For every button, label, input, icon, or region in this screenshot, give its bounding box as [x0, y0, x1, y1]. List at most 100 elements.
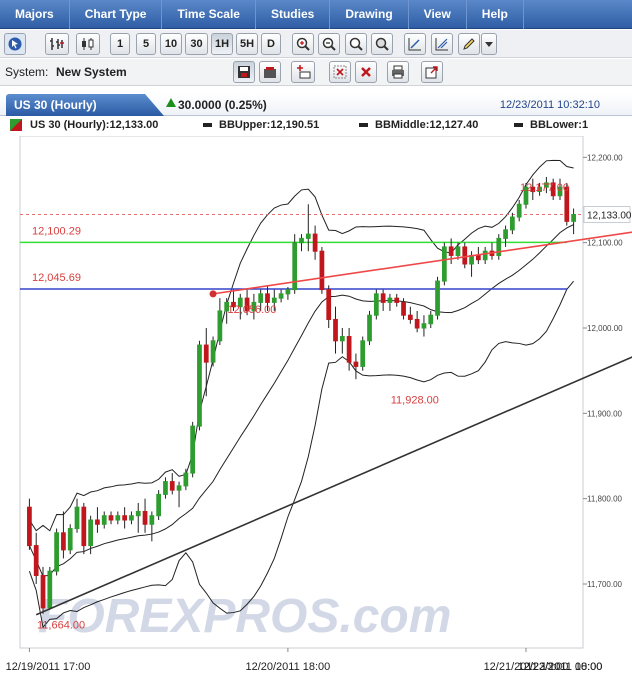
menu-studies[interactable]: Studies	[256, 0, 331, 29]
zoom-in-icon[interactable]	[292, 33, 314, 55]
menu-majors[interactable]: Majors	[0, 0, 70, 29]
zoom-fit-icon[interactable]	[345, 33, 367, 55]
candle-body	[33, 545, 39, 576]
candle-body	[428, 314, 434, 325]
timescale-1h[interactable]: 1H	[211, 33, 233, 55]
candle-body	[258, 293, 264, 303]
system-name[interactable]: New System	[56, 65, 127, 79]
menu-view[interactable]: View	[409, 0, 467, 29]
price-change: 30.0000 (0.25%)	[178, 98, 267, 112]
line-legend-icon	[359, 123, 368, 128]
line-legend-icon	[203, 123, 212, 128]
candle-body	[414, 318, 420, 329]
y-tick-label: 11,700.00	[587, 580, 623, 589]
line-legend-icon	[514, 123, 523, 128]
candle-body	[401, 301, 406, 316]
candle-body	[571, 214, 576, 222]
menu-help[interactable]: Help	[467, 0, 524, 29]
candlestick-icon[interactable]	[76, 33, 100, 55]
menu-chart-type[interactable]: Chart Type	[70, 0, 163, 29]
candle-body	[455, 246, 461, 256]
candle-body	[373, 293, 379, 316]
candle-body	[95, 519, 100, 525]
timescale-d[interactable]: D	[261, 33, 281, 55]
menu-bar: Majors Chart Type Time Scale Studies Drawing…	[0, 0, 632, 29]
candle-body	[285, 289, 291, 295]
timescale-5[interactable]: 5	[136, 33, 156, 55]
candle-body	[367, 314, 372, 342]
candle-body	[510, 216, 515, 231]
candle-body	[176, 485, 182, 491]
bar-chart-icon[interactable]	[45, 33, 69, 55]
candle-body	[149, 515, 155, 525]
trendline-icon[interactable]	[404, 33, 426, 55]
legend-bblower: BBLower:1	[514, 119, 588, 131]
zoom-reset-icon[interactable]	[371, 33, 393, 55]
y-tick-label: 12,100.00	[587, 239, 623, 248]
candle-body	[312, 233, 318, 252]
candle-legend-icon	[10, 119, 22, 132]
legend-bbmiddle: BBMiddle:12,127.40	[359, 119, 478, 131]
legend-bbupper: BBUpper:12,190.51	[203, 119, 319, 131]
dropdown-arrow-icon[interactable]	[481, 33, 497, 55]
candle-body	[203, 344, 209, 363]
price-annotation: 11,664.00	[37, 620, 85, 632]
legend-bbupper-text: BBUpper:12,190.51	[219, 119, 320, 131]
save-system-icon[interactable]	[233, 61, 255, 83]
candle-body	[271, 297, 277, 303]
candle-body	[129, 515, 134, 521]
candle-body	[305, 233, 311, 239]
system-bar: System: New System	[0, 59, 632, 86]
candle-body	[163, 481, 168, 495]
candle-body	[339, 336, 345, 342]
price-annotation: 12,056.00	[227, 304, 276, 316]
y-tick-label: 11,900.00	[587, 409, 623, 418]
candle-body	[319, 250, 325, 291]
timescale-10[interactable]: 10	[160, 33, 182, 55]
x-tick-label: 12/23/2011 10:00	[518, 661, 603, 673]
candle-body	[475, 254, 481, 261]
candle-body	[81, 506, 87, 547]
candle-body	[142, 510, 148, 525]
candle-body	[360, 340, 366, 367]
y-tick-label: 12,000.00	[587, 324, 623, 333]
timescale-1[interactable]: 1	[110, 33, 130, 55]
candle-body	[326, 289, 332, 320]
price-annotation: 11,928.00	[391, 394, 439, 406]
candle-body	[190, 425, 196, 474]
clear-icon[interactable]	[329, 61, 351, 83]
menu-time-scale[interactable]: Time Scale	[162, 0, 256, 29]
legend-bbmiddle-text: BBMiddle:12,127.40	[375, 119, 479, 131]
watermark: FOREXPROS.com	[38, 590, 451, 643]
candle-body	[61, 532, 66, 551]
delete-icon[interactable]	[355, 61, 377, 83]
candle-body	[333, 318, 338, 342]
timescale-5h[interactable]: 5H	[236, 33, 258, 55]
cursor-icon[interactable]	[4, 33, 26, 55]
y-tick-label: 11,800.00	[587, 495, 623, 504]
price-chart[interactable]: FOREXPROS.com 12,133.00 12,100.29 12,045.6…	[0, 136, 632, 673]
print-icon[interactable]	[387, 61, 409, 83]
last-price-label: 12,133.00	[587, 211, 632, 222]
candle-body	[441, 246, 447, 282]
candle-body	[108, 515, 114, 521]
candle-body	[183, 472, 189, 487]
candle-body	[380, 293, 386, 303]
up-arrow-icon	[166, 98, 176, 107]
fibonacci-icon[interactable]	[431, 33, 453, 55]
menu-drawing[interactable]: Drawing	[330, 0, 409, 29]
candle-body	[516, 203, 522, 218]
zoom-out-icon[interactable]	[318, 33, 340, 55]
timescale-30[interactable]: 30	[185, 33, 208, 55]
y-tick-label: 12,200.00	[587, 153, 623, 162]
popout-icon[interactable]	[421, 61, 443, 83]
pencil-icon[interactable]	[458, 33, 480, 55]
symbol-tab[interactable]: US 30 (Hourly)	[6, 94, 164, 116]
system-label: System:	[5, 65, 49, 79]
candle-body	[101, 515, 107, 525]
candle-body	[394, 297, 400, 303]
open-system-icon[interactable]	[259, 61, 281, 83]
plot-area	[19, 136, 584, 649]
candle-body	[210, 340, 216, 363]
add-system-icon[interactable]	[291, 61, 315, 83]
